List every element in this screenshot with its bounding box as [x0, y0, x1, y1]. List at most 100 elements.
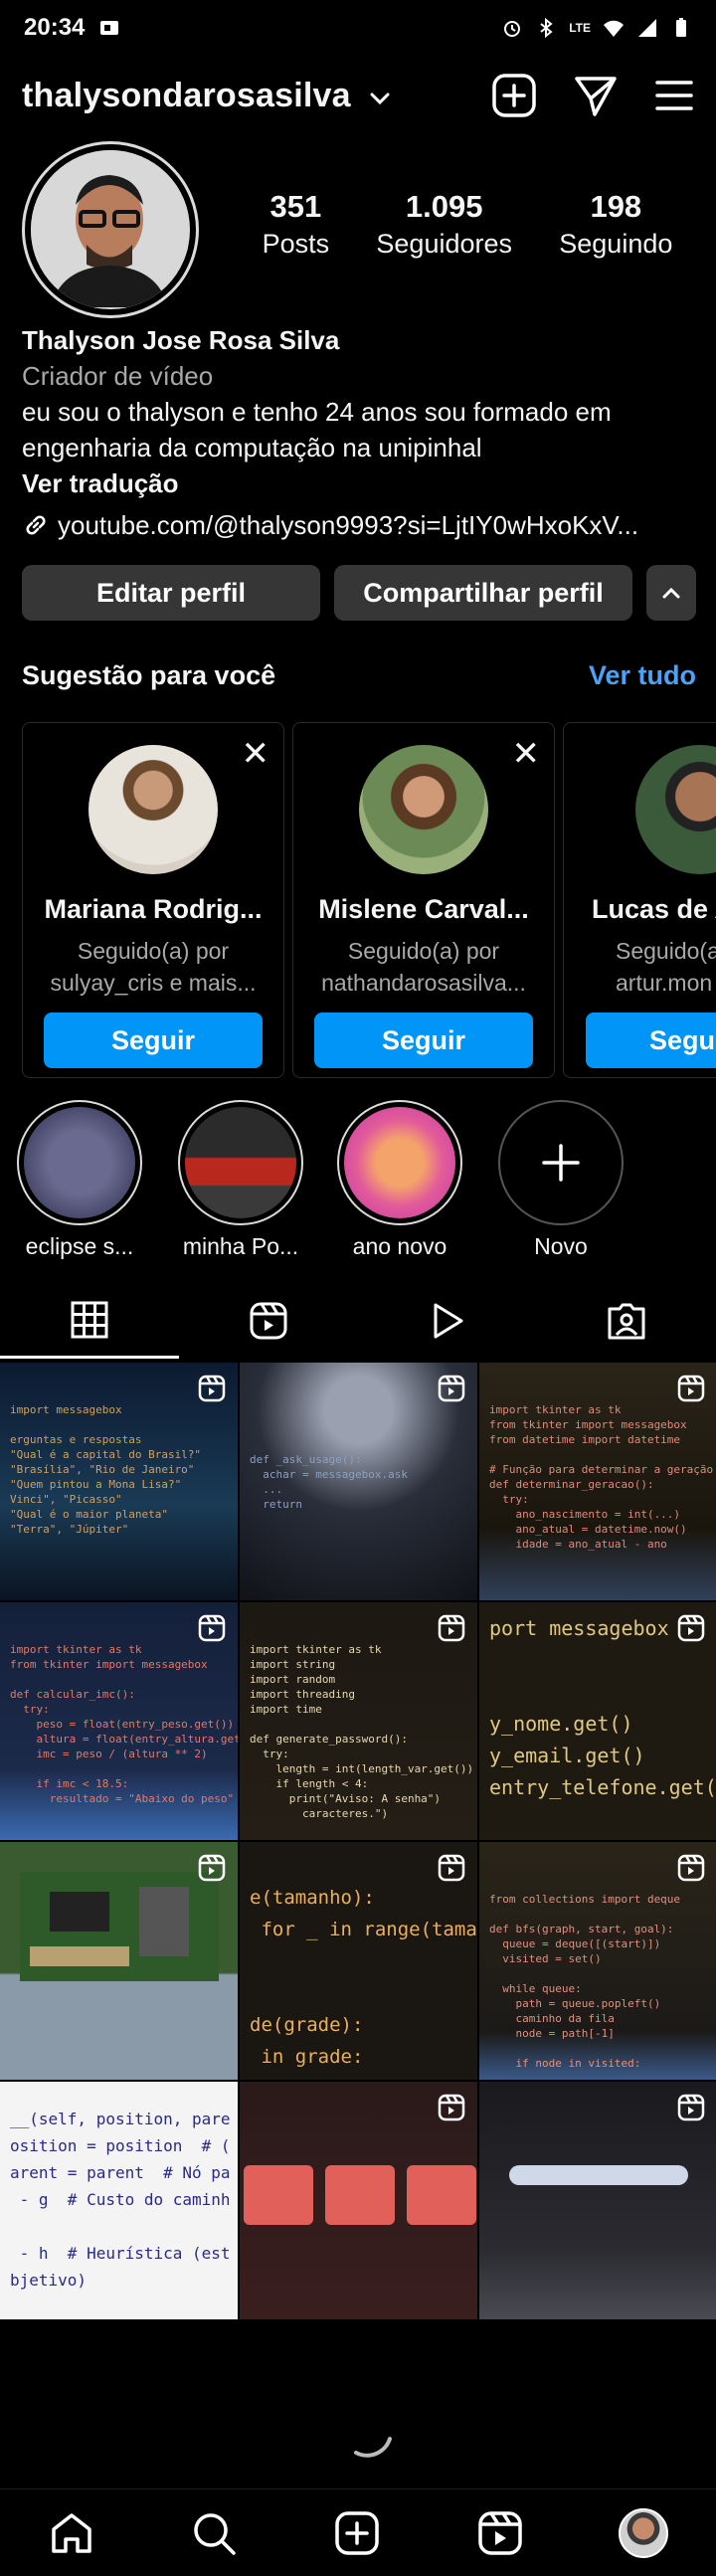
see-all-link[interactable]: Ver tudo	[589, 660, 696, 691]
reels-icon	[250, 1302, 287, 1340]
loading-spinner-icon	[354, 2437, 392, 2458]
profile-avatar[interactable]	[22, 141, 199, 318]
new-highlight-button[interactable]	[498, 1100, 624, 1225]
toggle-suggestions-button[interactable]	[646, 565, 696, 621]
notification-icon	[100, 21, 119, 35]
suggestion-avatar[interactable]	[635, 745, 716, 874]
search-icon[interactable]	[190, 2509, 238, 2557]
share-profile-button[interactable]: Compartilhar perfil	[334, 565, 632, 621]
suggestion-context-line: Seguido(a	[616, 938, 716, 964]
suggestion-context-line: sulyay_cris e mais...	[50, 970, 257, 996]
highlight-cover[interactable]	[17, 1100, 142, 1225]
follow-button[interactable]: Seguir	[44, 1012, 263, 1068]
reels-icon	[677, 1375, 705, 1402]
post-thumbnail[interactable]	[240, 2082, 477, 2319]
reels-icon	[677, 1614, 705, 1642]
close-icon[interactable]: ✕	[242, 737, 270, 771]
see-translation-link[interactable]: Ver tradução	[22, 465, 698, 501]
suggestions-carousel[interactable]: ✕ Mariana Rodrig... Seguido(a) por sulya…	[22, 722, 716, 1078]
highlight-item[interactable]: minha Po...	[167, 1100, 314, 1260]
post-thumbnail[interactable]	[0, 1842, 238, 2080]
post-thumbnail[interactable]: import tkinter as tk import string impor…	[240, 1602, 477, 1840]
posts-grid: import messagebox erguntas e respostas "…	[0, 1363, 716, 2319]
profile-actions: Editar perfil Compartilhar perfil	[22, 565, 696, 621]
story-highlights: eclipse s... minha Po... ano novo Novo	[0, 1100, 716, 1259]
tab-reels[interactable]	[179, 1283, 358, 1359]
highlight-label: Novo	[534, 1233, 588, 1259]
plus-icon	[542, 1144, 580, 1182]
category: Criador de vídeo	[22, 361, 214, 391]
profile-header: thalysondarosasilva	[0, 60, 716, 131]
post-thumbnail[interactable]	[479, 2082, 716, 2319]
wifi-icon	[604, 20, 624, 37]
highlight-cover[interactable]	[337, 1100, 462, 1225]
suggestion-context: Seguido(a) por nathandarosasilva...	[293, 935, 554, 999]
menu-icon[interactable]	[654, 79, 694, 112]
bio-link[interactable]: youtube.com/@thalyson9993?si=LjtIY0wHxoK…	[22, 507, 698, 543]
post-thumbnail[interactable]: import tkinter as tk from tkinter import…	[0, 1602, 238, 1840]
suggestion-name[interactable]: Mislene Carval...	[293, 894, 554, 925]
reels-icon	[438, 1854, 465, 1882]
post-thumbnail[interactable]: def _ask_usage(): achar = messagebox.ask…	[240, 1363, 477, 1600]
stat-following[interactable]: 198 Seguindo	[559, 189, 672, 260]
post-thumbnail[interactable]: from collections import deque def bfs(gr…	[479, 1842, 716, 2080]
follow-button[interactable]: Seguir	[314, 1012, 533, 1068]
stat-posts[interactable]: 351 Posts	[263, 189, 330, 260]
highlight-cover[interactable]	[178, 1100, 303, 1225]
highlight-item[interactable]: eclipse s...	[6, 1100, 153, 1260]
post-thumbnail[interactable]: __(self, position, pare osition = positi…	[0, 2082, 238, 2319]
edit-profile-button[interactable]: Editar perfil	[22, 565, 320, 621]
suggestion-name[interactable]: Lucas de A	[564, 894, 716, 925]
suggestion-context-line: artur.mon	[616, 970, 713, 996]
tab-videos[interactable]	[358, 1283, 537, 1359]
stat-value: 198	[590, 189, 642, 224]
suggestion-card[interactable]: ✕ Mislene Carval... Seguido(a) por natha…	[292, 722, 555, 1078]
highlight-label: ano novo	[352, 1233, 448, 1259]
tab-tagged[interactable]	[537, 1283, 716, 1359]
suggestion-avatar[interactable]	[89, 745, 218, 874]
reels-icon	[198, 1854, 226, 1882]
reels-icon[interactable]	[476, 2509, 524, 2557]
reels-icon	[677, 1854, 705, 1882]
close-icon[interactable]: ✕	[512, 737, 541, 771]
profile-avatar[interactable]	[619, 2507, 669, 2558]
suggestion-card[interactable]: ✕ Mariana Rodrig... Seguido(a) por sulya…	[22, 722, 284, 1078]
new-post-icon[interactable]	[491, 73, 537, 118]
post-thumbnail[interactable]: import messagebox erguntas e respostas "…	[0, 1363, 238, 1600]
link-icon	[26, 515, 46, 535]
suggestion-context: Seguido(a artur.mon	[564, 935, 716, 999]
tagged-icon	[608, 1303, 645, 1340]
suggestion-name[interactable]: Mariana Rodrig...	[23, 894, 283, 925]
play-icon	[434, 1303, 463, 1339]
full-name: Thalyson Jose Rosa Silva	[22, 325, 340, 355]
reels-icon	[438, 1614, 465, 1642]
suggestion-avatar[interactable]	[359, 745, 488, 874]
reels-icon	[677, 2094, 705, 2121]
username[interactable]: thalysondarosasilva	[22, 77, 351, 115]
suggestion-context: Seguido(a) por sulyay_cris e mais...	[23, 935, 283, 999]
battery-icon	[676, 18, 686, 37]
highlight-label: minha Po...	[182, 1233, 299, 1259]
follow-button[interactable]: Segu	[586, 1012, 716, 1068]
bio-link-text: youtube.com/@thalyson9993?si=LjtIY0wHxoK…	[58, 510, 639, 540]
reels-icon	[438, 2094, 465, 2121]
chevron-down-icon[interactable]	[369, 92, 391, 105]
post-thumbnail[interactable]: port messagebox y_nome.get() y_email.get…	[479, 1602, 716, 1840]
home-icon[interactable]	[48, 2509, 95, 2557]
post-thumbnail[interactable]: e(tamanho): for _ in range(taman de(grad…	[240, 1842, 477, 2080]
new-highlight[interactable]: Novo	[487, 1100, 634, 1260]
stat-followers[interactable]: 1.095 Seguidores	[376, 189, 512, 260]
alarm-icon	[504, 21, 521, 37]
create-icon[interactable]	[333, 2509, 381, 2557]
suggestion-card[interactable]: Lucas de A Seguido(a artur.mon Segu	[563, 722, 716, 1078]
direct-message-icon[interactable]	[573, 73, 619, 118]
network-type: LTE	[569, 21, 591, 35]
bio: Thalyson Jose Rosa Silva Criador de víde…	[22, 322, 698, 543]
tab-posts[interactable]	[0, 1283, 179, 1359]
stat-label: Seguidores	[376, 229, 513, 259]
post-thumbnail[interactable]: import tkinter as tk from tkinter import…	[479, 1363, 716, 1600]
clock: 20:34	[24, 14, 86, 41]
reels-icon	[198, 1375, 226, 1402]
suggestion-context-line: Seguido(a) por	[347, 938, 500, 964]
highlight-item[interactable]: ano novo	[326, 1100, 473, 1260]
